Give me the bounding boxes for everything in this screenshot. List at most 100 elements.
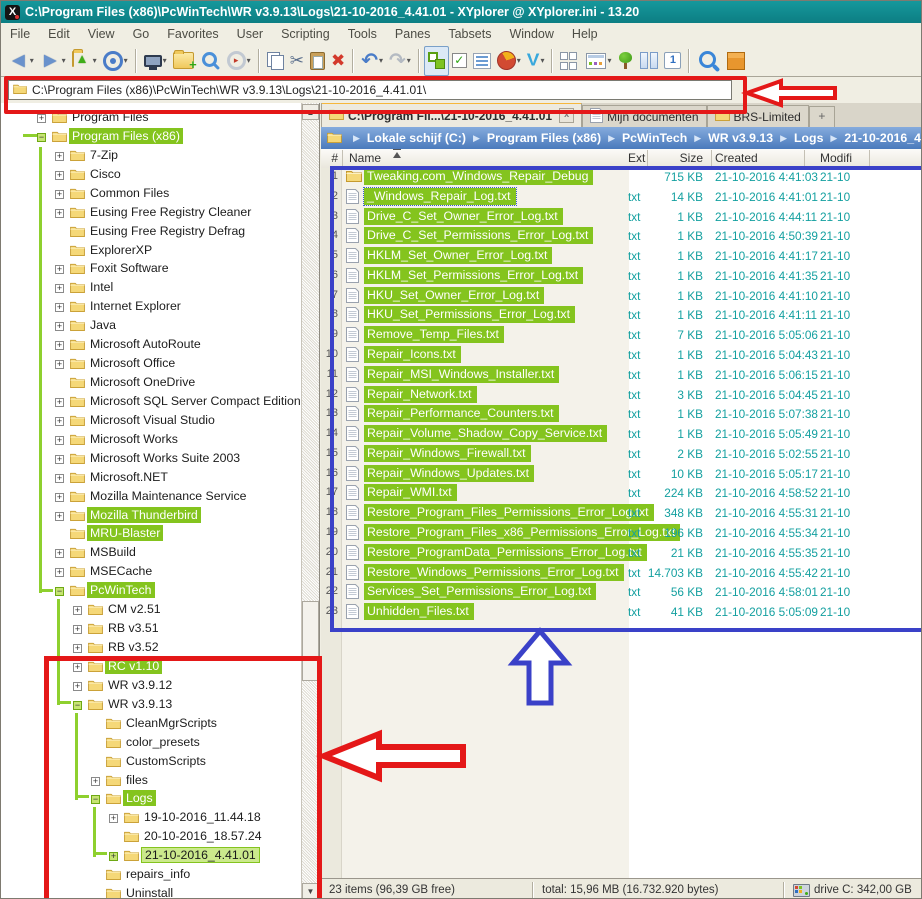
tree-item-label[interactable]: ExplorerXP — [87, 242, 155, 258]
title-bar[interactable]: X C:\Program Files (x86)\PcWinTech\WR v3… — [1, 1, 921, 23]
tree-item-mozilla-maintenance-service[interactable]: + Mozilla Maintenance Service — [1, 488, 301, 506]
paste-button[interactable] — [307, 47, 328, 75]
table-row[interactable]: 6 HKLM_Set_Permissions_Error_Log.txt txt… — [321, 267, 922, 286]
tree-item-wr-v3-9-12[interactable]: +WR v3.9.12 — [1, 677, 301, 695]
file-name[interactable]: Services_Set_Permissions_Error_Log.txt — [364, 583, 596, 600]
tree-item-common-files[interactable]: +Common Files — [1, 185, 301, 203]
table-row[interactable]: 14 Repair_Volume_Shadow_Copy_Service.txt… — [321, 425, 922, 444]
file-name[interactable]: Restore_Program_Files_Permissions_Error_… — [364, 504, 654, 521]
tree-item-label[interactable]: Foxit Software — [87, 260, 172, 276]
tree-item-microsoft-sql-server-compact-edition[interactable]: +Microsoft SQL Server Compact Edition — [1, 393, 301, 411]
expand-plus-icon[interactable]: + — [55, 512, 64, 521]
tree-item-label[interactable]: Microsoft SQL Server Compact Edition — [87, 393, 304, 409]
tree-item-color-presets[interactable]: color_presets — [1, 734, 301, 752]
column-header-num[interactable]: # — [321, 151, 338, 165]
tree-item-microsoft-works[interactable]: + Microsoft Works — [1, 431, 301, 449]
expand-plus-icon[interactable]: + — [55, 417, 64, 426]
tab-3[interactable]: BRS-Limited — [707, 105, 809, 127]
tree-item-label[interactable]: Eusing Free Registry Defrag — [87, 223, 248, 239]
tree-item-java[interactable]: + Java — [1, 317, 301, 335]
expand-plus-icon[interactable]: + — [55, 152, 64, 161]
file-name[interactable]: Repair_Performance_Counters.txt — [364, 405, 559, 422]
table-row[interactable]: 8 HKU_Set_Permissions_Error_Log.txt txt … — [321, 306, 922, 325]
breadcrumb-item-5[interactable]: Logs — [794, 131, 823, 145]
table-row[interactable]: 7 HKU_Set_Owner_Error_Log.txt txt 1 KB 2… — [321, 287, 922, 306]
tree-item-label[interactable]: Microsoft Office — [87, 355, 178, 371]
tree-item-foxit-software[interactable]: +Foxit Software — [1, 260, 301, 278]
tree-item-label[interactable]: Microsoft OneDrive — [87, 374, 198, 390]
menu-favorites[interactable]: Favorites — [158, 25, 227, 43]
tree-item-label[interactable]: repairs_info — [123, 866, 193, 882]
breadcrumb-item-4[interactable]: WR v3.9.13 — [708, 131, 773, 145]
tree-item-21-10-2016-4-41-01[interactable]: +21-10-2016_4.41.01 — [1, 847, 301, 865]
tree-item-wr-v3-9-13[interactable]: −WR v3.9.13 — [1, 696, 301, 714]
file-name[interactable]: Restore_Windows_Permissions_Error_Log.tx… — [364, 564, 624, 581]
expand-plus-icon[interactable]: + — [55, 190, 64, 199]
column-divider[interactable] — [711, 150, 712, 166]
expand-plus-icon[interactable]: + — [55, 209, 64, 218]
tree-item-label[interactable]: PcWinTech — [87, 582, 155, 598]
expand-plus-icon[interactable]: + — [55, 493, 64, 502]
table-row[interactable]: 12 Repair_Network.txt txt 3 KB 21-10-201… — [321, 386, 922, 405]
tree-item-uninstall[interactable]: Uninstall — [1, 885, 301, 899]
new-folder-button[interactable]: + — [170, 47, 197, 75]
new-tab-button[interactable]: + — [809, 106, 835, 127]
tree-item-label[interactable]: Program Files — [69, 109, 152, 125]
scroll-down-button[interactable]: ▼ — [302, 883, 319, 899]
tree-item-label[interactable]: Mozilla Thunderbird — [87, 507, 201, 523]
tree-item-cleanmgrscripts[interactable]: CleanMgrScripts — [1, 715, 301, 733]
expand-plus-icon[interactable]: + — [91, 777, 100, 786]
scroll-up-button[interactable]: ▲ — [302, 104, 319, 120]
expand-plus-icon[interactable]: + — [55, 474, 64, 483]
tree-item-label[interactable]: 20-10-2016_18.57.24 — [141, 828, 265, 844]
file-name[interactable]: Repair_WMI.txt — [364, 484, 457, 501]
tree-item-mru-blaster[interactable]: MRU-Blaster — [1, 525, 301, 543]
expand-plus-icon[interactable]: + — [73, 606, 82, 615]
menu-view[interactable]: View — [79, 25, 124, 43]
tree-item-explorerxp[interactable]: ExplorerXP — [1, 242, 301, 260]
tab-1[interactable]: C:\Program Fil...\21-10-2016_4.41.01x — [321, 103, 582, 127]
tree-item-label[interactable]: Microsoft AutoRoute — [87, 336, 204, 352]
expand-plus-icon[interactable]: + — [55, 322, 64, 331]
tree-item-label[interactable]: Microsoft Works — [87, 431, 181, 447]
table-row[interactable]: 15 Repair_Windows_Firewall.txt txt 2 KB … — [321, 445, 922, 464]
tree-item-rc-v1-10[interactable]: +RC v1.10 — [1, 658, 301, 676]
checkbox-selection-button[interactable]: ✓ — [449, 47, 470, 75]
table-row[interactable]: 23 Unhidden_Files.txt txt 41 KB 21-10-20… — [321, 603, 922, 622]
forward-button[interactable]: ►▾ — [37, 47, 69, 75]
file-name[interactable]: Restore_ProgramData_Permissions_Error_Lo… — [364, 544, 647, 561]
tree-item-eusing-free-registry-cleaner[interactable]: +Eusing Free Registry Cleaner — [1, 204, 301, 222]
column-divider[interactable] — [342, 150, 343, 166]
breadcrumb-item-6[interactable]: 21-10-2016_4.41.01 — [844, 131, 922, 145]
expand-plus-icon[interactable]: + — [55, 436, 64, 445]
tree-item-label[interactable]: MSECache — [87, 563, 155, 579]
tree-item-microsoft-autoroute[interactable]: +Microsoft AutoRoute — [1, 336, 301, 354]
visual-filter-button[interactable]: V▾ — [524, 47, 548, 75]
tree-item-label[interactable]: WR v3.9.13 — [105, 696, 175, 712]
tree-item-label[interactable]: Mozilla Maintenance Service — [87, 488, 250, 504]
tree-item-repairs-info[interactable]: repairs_info — [1, 866, 301, 884]
back-button[interactable]: ◄▾ — [5, 47, 37, 75]
tree-item-microsoft-works-suite-2003[interactable]: +Microsoft Works Suite 2003 — [1, 450, 301, 468]
search-button[interactable] — [197, 47, 224, 75]
tree-item-label[interactable]: Uninstall — [123, 885, 176, 899]
menu-scripting[interactable]: Scripting — [272, 25, 339, 43]
menu-window[interactable]: Window — [500, 25, 562, 43]
tree-item-intel[interactable]: +Intel — [1, 279, 301, 297]
tree-item-label[interactable]: Java — [87, 317, 119, 333]
file-name[interactable]: HKU_Set_Permissions_Error_Log.txt — [364, 306, 575, 323]
column-divider[interactable] — [869, 150, 870, 166]
dual-pane-button[interactable] — [557, 47, 583, 75]
menu-user[interactable]: User — [228, 25, 272, 43]
color-filter-button[interactable]: ▾ — [494, 47, 524, 75]
tree-item-microsoft-net[interactable]: +Microsoft.NET — [1, 469, 301, 487]
tree-item-program-files[interactable]: +Program Files — [1, 109, 301, 127]
tree-item-msbuild[interactable]: +MSBuild — [1, 544, 301, 562]
breadcrumb-item-1[interactable]: Lokale schijf (C:) — [367, 131, 466, 145]
expand-plus-icon[interactable]: + — [55, 284, 64, 293]
tree-item-rb-v3-52[interactable]: +RB v3.52 — [1, 639, 301, 657]
tab-close-icon[interactable]: x — [559, 108, 574, 123]
tree-item-label[interactable]: Internet Explorer — [87, 298, 184, 314]
tree-item-microsoft-office[interactable]: +Microsoft Office — [1, 355, 301, 373]
file-name[interactable]: Drive_C_Set_Owner_Error_Log.txt — [364, 208, 563, 225]
